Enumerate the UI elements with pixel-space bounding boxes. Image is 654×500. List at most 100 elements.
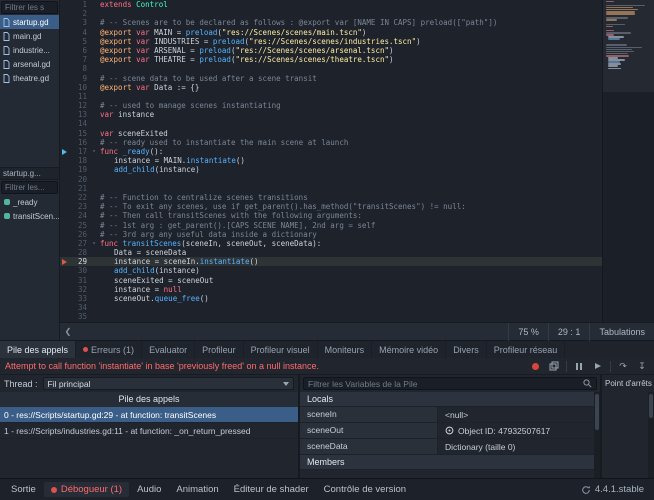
zoom-level[interactable]: 75 % bbox=[508, 323, 548, 341]
code-line[interactable]: 4@export var MAIN = preload("res://Scene… bbox=[60, 28, 654, 37]
variable-row[interactable]: sceneOutObject ID: 47932507617 bbox=[300, 423, 600, 439]
code-line[interactable]: 19add_child(instance) bbox=[60, 165, 654, 174]
version-button[interactable]: 4.4.1.stable bbox=[575, 484, 650, 495]
bottom-bar-item[interactable]: Sortie bbox=[4, 482, 43, 497]
debugger-tab[interactable]: Profileur réseau bbox=[487, 341, 566, 358]
code-line[interactable]: 11 bbox=[60, 92, 654, 101]
gutter-line-number[interactable]: 13 bbox=[60, 110, 90, 119]
gutter-line-number[interactable]: 14 bbox=[60, 119, 90, 128]
gutter-line-number[interactable]: 5 bbox=[60, 37, 90, 46]
gutter-line-number[interactable]: 27 bbox=[60, 239, 90, 248]
code-line[interactable]: 27▾func transitScenes(sceneIn, sceneOut,… bbox=[60, 239, 654, 248]
code-line[interactable]: 13var instance bbox=[60, 110, 654, 119]
gutter-line-number[interactable]: 19 bbox=[60, 165, 90, 174]
gutter-line-number[interactable]: 1 bbox=[60, 0, 90, 9]
code-line[interactable]: 21 bbox=[60, 184, 654, 193]
script-item[interactable]: theatre.gd bbox=[0, 71, 59, 85]
gutter-line-number[interactable]: 31 bbox=[60, 276, 90, 285]
members-filter-input[interactable]: Filtrer les... bbox=[1, 181, 58, 194]
code-line[interactable]: 17▾func _ready(): bbox=[60, 147, 654, 156]
gutter-line-number[interactable]: 12 bbox=[60, 101, 90, 110]
gutter-line-number[interactable]: 22 bbox=[60, 193, 90, 202]
gutter-line-number[interactable]: 16 bbox=[60, 138, 90, 147]
code-line[interactable]: 16# -- ready used to instantiate the mai… bbox=[60, 138, 654, 147]
code-line[interactable]: 2 bbox=[60, 9, 654, 18]
code-line[interactable]: 6@export var ARSENAL = preload("res://Sc… bbox=[60, 46, 654, 55]
code-line[interactable]: 14 bbox=[60, 119, 654, 128]
code-line[interactable]: 9# -- scene data to be used after a scen… bbox=[60, 74, 654, 83]
variable-value[interactable]: Dictionary (taille 0) bbox=[438, 439, 600, 454]
script-item[interactable]: arsenal.gd bbox=[0, 57, 59, 71]
code-line[interactable]: 18instance = MAIN.instantiate() bbox=[60, 156, 654, 165]
callstack-row[interactable]: 0 - res://Scripts/startup.gd:29 - at fun… bbox=[0, 407, 298, 423]
bottom-bar-item[interactable]: Contrôle de version bbox=[317, 482, 413, 497]
gutter-line-number[interactable]: 9 bbox=[60, 74, 90, 83]
code-line[interactable]: 34 bbox=[60, 303, 654, 312]
debugger-tab[interactable]: Erreurs (1) bbox=[76, 341, 142, 358]
gutter-line-number[interactable]: 2 bbox=[60, 9, 90, 18]
variables-section-header[interactable]: Members bbox=[300, 455, 600, 470]
breakpoints-scrollbar[interactable] bbox=[648, 392, 654, 478]
gutter-line-number[interactable]: 6 bbox=[60, 46, 90, 55]
code-line[interactable]: 1extends Control bbox=[60, 0, 654, 9]
gutter-line-number[interactable]: 33 bbox=[60, 294, 90, 303]
callstack-row[interactable]: 1 - res://Scripts/industries.gd:11 - at … bbox=[0, 423, 298, 439]
break-button[interactable] bbox=[572, 360, 586, 373]
gutter-line-number[interactable]: 7 bbox=[60, 55, 90, 64]
variable-row[interactable]: sceneIn<null> bbox=[300, 407, 600, 423]
debugger-tab[interactable]: Profileur bbox=[195, 341, 244, 358]
code-line[interactable]: 29instance = sceneIn.instantiate() bbox=[60, 257, 654, 266]
minimap[interactable] bbox=[602, 0, 654, 322]
code-line[interactable]: 5@export var INDUSTRIES = preload("res:/… bbox=[60, 37, 654, 46]
code-line[interactable]: 15var sceneExited bbox=[60, 129, 654, 138]
gutter-line-number[interactable]: 34 bbox=[60, 303, 90, 312]
thread-dropdown[interactable]: Fil principal bbox=[43, 377, 294, 390]
code-line[interactable]: 31sceneExited = sceneOut bbox=[60, 276, 654, 285]
gutter-line-number[interactable]: 8 bbox=[60, 64, 90, 73]
debugger-tab[interactable]: Evaluator bbox=[142, 341, 195, 358]
variable-value[interactable]: <null> bbox=[438, 407, 600, 422]
gutter-line-number[interactable]: 21 bbox=[60, 184, 90, 193]
code-line[interactable]: 8 bbox=[60, 64, 654, 73]
variables-scrollbar[interactable] bbox=[594, 392, 600, 478]
script-item[interactable]: startup.gd bbox=[0, 15, 59, 29]
variables-section-header[interactable]: Locals bbox=[300, 392, 600, 407]
variable-value[interactable]: Object ID: 47932507617 bbox=[438, 423, 600, 438]
current-script-header[interactable]: startup.g... bbox=[0, 167, 59, 180]
caret-position[interactable]: 29 : 1 bbox=[548, 323, 590, 341]
gutter-line-number[interactable]: 26 bbox=[60, 230, 90, 239]
bottom-bar-item[interactable]: Débogueur (1) bbox=[44, 482, 129, 497]
member-item[interactable]: transitScen... bbox=[0, 209, 59, 223]
code-line[interactable]: 32instance = null bbox=[60, 285, 654, 294]
step-into-button[interactable]: ↧ bbox=[635, 360, 649, 373]
code-area[interactable]: 1extends Control23# -- Scenes are to be … bbox=[60, 0, 654, 322]
bottom-bar-item[interactable]: Animation bbox=[169, 482, 225, 497]
code-line[interactable]: 28Data = sceneData bbox=[60, 248, 654, 257]
member-item[interactable]: _ready bbox=[0, 195, 59, 209]
chevron-left-icon[interactable]: ❮ bbox=[60, 327, 76, 336]
code-line[interactable]: 35 bbox=[60, 312, 654, 321]
code-line[interactable]: 3# -- Scenes are to be declared as follo… bbox=[60, 18, 654, 27]
debugger-tab[interactable]: Pile des appels bbox=[0, 341, 76, 358]
script-item[interactable]: industrie... bbox=[0, 43, 59, 57]
gutter-line-number[interactable]: 24 bbox=[60, 211, 90, 220]
variable-row[interactable]: sceneDataDictionary (taille 0) bbox=[300, 439, 600, 455]
code-line[interactable]: 24# -- Then call transitScenes with the … bbox=[60, 211, 654, 220]
gutter-line-number[interactable]: 4 bbox=[60, 28, 90, 37]
scripts-filter-input[interactable]: Filtrer les s bbox=[1, 1, 58, 14]
code-line[interactable]: 30add_child(instance) bbox=[60, 266, 654, 275]
skip-breakpoints-button[interactable] bbox=[528, 360, 542, 373]
gutter-line-number[interactable]: 18 bbox=[60, 156, 90, 165]
variables-filter-input[interactable]: Filtrer les Variables de la Pile bbox=[303, 377, 597, 390]
gutter-line-number[interactable]: 32 bbox=[60, 285, 90, 294]
code-line[interactable]: 20 bbox=[60, 175, 654, 184]
minimap-viewport[interactable] bbox=[603, 0, 654, 92]
gutter-line-number[interactable]: 20 bbox=[60, 175, 90, 184]
gutter-line-number[interactable]: 30 bbox=[60, 266, 90, 275]
code-line[interactable]: 25# -- 1st arg : get_parent().[CAPS SCEN… bbox=[60, 221, 654, 230]
debugger-tab[interactable]: Divers bbox=[446, 341, 487, 358]
code-line[interactable]: 22# -- Function to centralize scenes tra… bbox=[60, 193, 654, 202]
gutter-line-number[interactable]: 23 bbox=[60, 202, 90, 211]
code-line[interactable]: 33sceneOut.queue_free() bbox=[60, 294, 654, 303]
gutter-line-number[interactable]: 10 bbox=[60, 83, 90, 92]
